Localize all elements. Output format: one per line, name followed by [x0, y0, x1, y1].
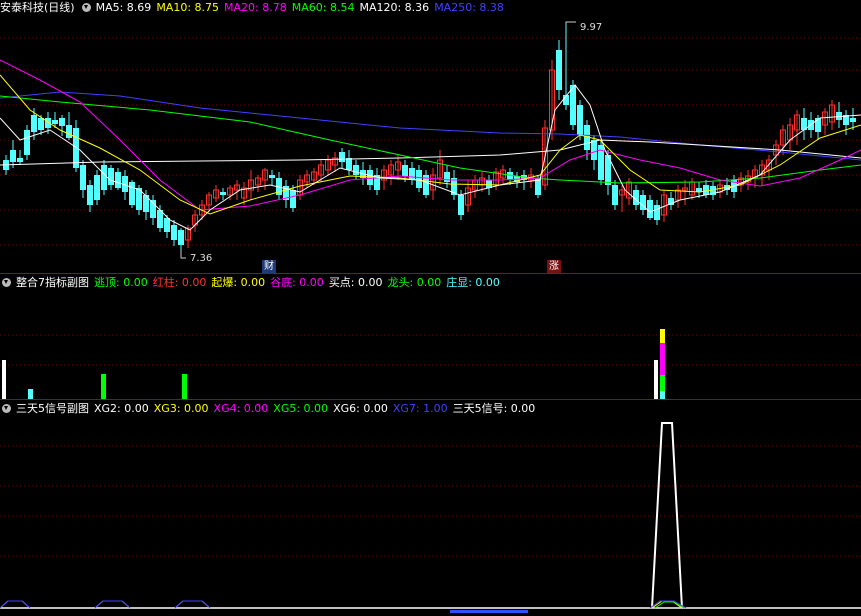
candle-body: [24, 130, 30, 155]
candle-body: [458, 195, 464, 215]
candle-body: [31, 115, 37, 132]
candle-body: [290, 190, 296, 208]
event-badge-cai[interactable]: 财: [262, 260, 276, 273]
signal-bar: [660, 329, 665, 343]
candle-body: [577, 105, 583, 135]
low-marker: [180, 250, 186, 259]
candle-body: [59, 118, 65, 126]
candlestick-chart[interactable]: [0, 0, 861, 275]
signal-bar: [660, 343, 665, 375]
main-chart-pane[interactable]: 安泰科技(日线) MA5: 8.69 MA10: 8.75 MA20: 8.78 MA6…: [0, 0, 861, 275]
candle-body: [101, 165, 107, 190]
signal-spike: [651, 422, 683, 609]
signal-bar: [2, 360, 6, 400]
signal-bar: [660, 375, 665, 391]
xg7-line: [174, 600, 211, 609]
xg7-line: [0, 600, 31, 609]
candle-body: [10, 150, 16, 162]
candle-body: [108, 168, 114, 185]
candle-body: [220, 192, 226, 195]
candle-body: [346, 158, 352, 170]
candle-body: [591, 140, 597, 160]
candle-body: [87, 185, 93, 205]
xg2-line: [174, 600, 211, 609]
signal-bar: [654, 360, 658, 400]
candle-body: [507, 172, 513, 180]
candle-body: [612, 185, 618, 205]
signal-bar: [101, 374, 106, 400]
candle-body: [416, 170, 422, 188]
candle-body: [556, 50, 562, 90]
pane-divider[interactable]: [0, 273, 861, 274]
candle-body: [17, 158, 23, 162]
candle-body: [339, 152, 345, 162]
candle-body: [73, 128, 79, 168]
candle-body: [66, 125, 72, 138]
scroll-indicator: [450, 610, 528, 613]
candle-body: [703, 185, 709, 195]
candle-body: [269, 175, 275, 178]
candle-body: [171, 225, 177, 240]
high-marker: [565, 21, 576, 25]
signal-line-chart[interactable]: [0, 401, 861, 616]
candle-body: [94, 175, 100, 200]
xg2-line: [94, 600, 131, 609]
indicator-pane-1[interactable]: 整合7指标副图 逃顶: 0.00 红柱: 0.00 起爆: 0.00 谷底: 0.00 买…: [0, 275, 861, 400]
candle-body: [52, 120, 58, 124]
high-price-label: 9.97: [580, 22, 603, 33]
candle-body: [850, 118, 856, 122]
candle-body: [367, 170, 373, 185]
candle-body: [178, 230, 184, 245]
candle-body: [80, 165, 86, 190]
candle-body: [38, 118, 44, 130]
event-badge-zhang[interactable]: 涨: [547, 260, 561, 273]
candle-body: [409, 168, 415, 180]
pane-divider[interactable]: [0, 399, 861, 400]
candle-body: [402, 165, 408, 176]
candle-body: [654, 205, 660, 220]
candle-body: [353, 165, 359, 175]
candle-body: [115, 172, 121, 188]
candle-body: [815, 118, 821, 132]
candle-body: [444, 172, 450, 182]
indicator-pane-2[interactable]: 三天5信号副图 XG2: 0.00 XG3: 0.00 XG4: 0.00 XG5: 0…: [0, 401, 861, 616]
candle-body: [647, 200, 653, 218]
xg7-line: [94, 600, 131, 609]
low-price-label: 7.36: [190, 253, 213, 264]
candle-body: [164, 218, 170, 232]
signal-bar: [182, 374, 187, 400]
candle-body: [129, 182, 135, 205]
candle-body: [570, 85, 576, 125]
ma60-line: [0, 95, 861, 184]
indicator-bars[interactable]: [0, 275, 861, 400]
